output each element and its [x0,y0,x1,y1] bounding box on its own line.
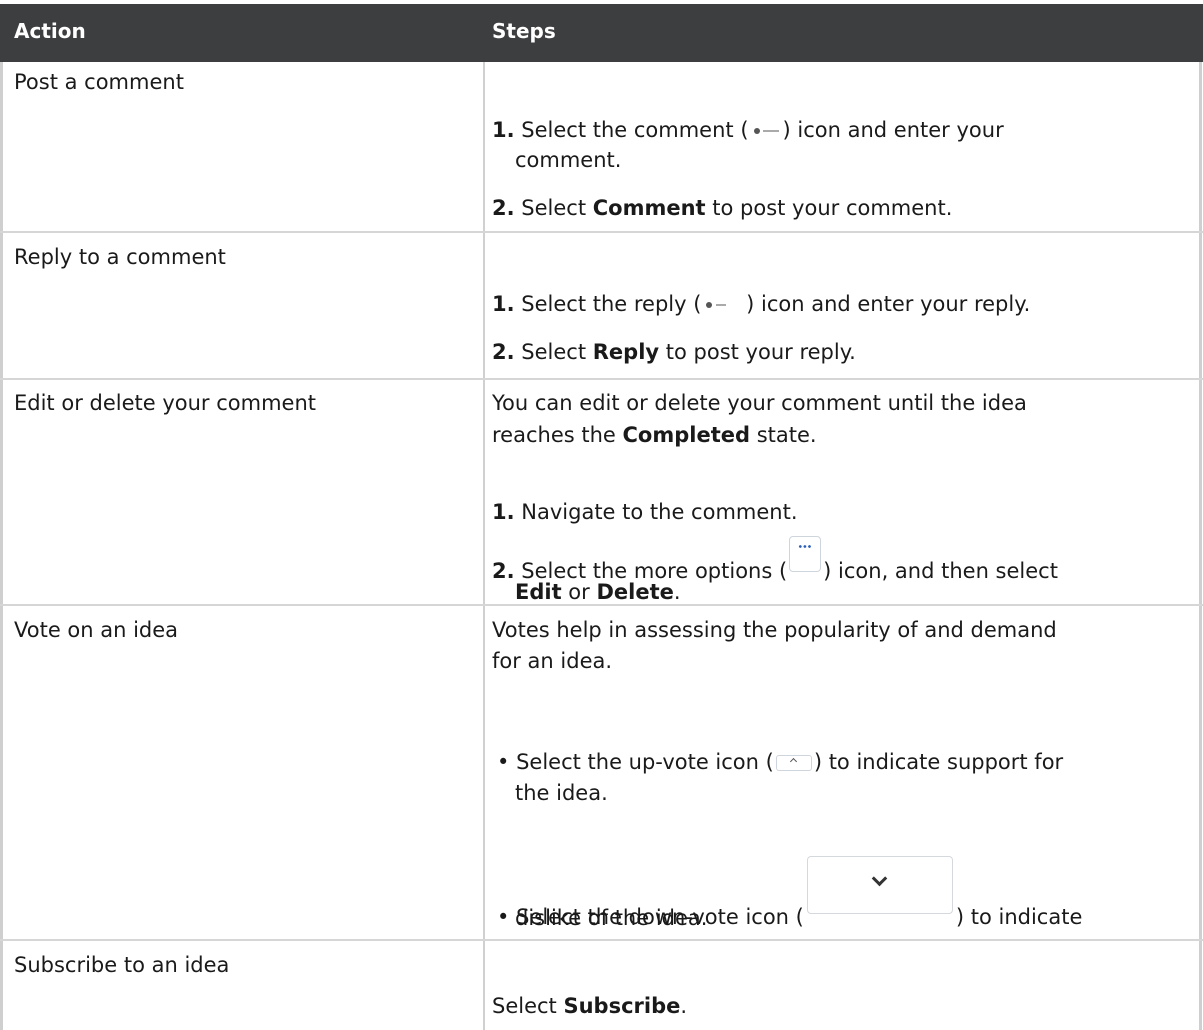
more-options-icon [789,536,822,572]
up-vote-icon [775,755,812,771]
bullet-item-continued: the idea. [515,781,608,805]
step-intro: You can edit or delete your comment unti… [492,391,1027,415]
action-cell: Edit or delete your comment [14,391,316,415]
column-divider [483,62,485,1030]
step-item: 1. Select the reply ( ) icon and enter y… [492,292,1031,316]
edit-label: Edit [515,580,562,604]
row-divider [0,231,1203,233]
column-header-action: Action [14,19,86,43]
step-item-continued: Edit or Delete. [515,580,681,604]
action-cell: Reply to a comment [14,245,226,269]
subscribe-label: Subscribe [563,994,681,1018]
comment-icon [751,125,781,137]
column-header-steps: Steps [492,19,556,43]
step-item-continued: comment. [515,148,622,172]
action-cell: Subscribe to an idea [14,953,230,977]
reply-label: Reply [592,340,660,364]
action-cell: Post a comment [14,70,184,94]
table-border-right [1199,62,1202,1030]
step-intro: for an idea. [492,649,613,673]
completed-label: Completed [622,423,751,447]
bullet-item: • Select the up-vote icon () to indicate… [497,750,1064,774]
comment-label: Comment [592,196,706,220]
action-cell: Vote on an idea [14,618,179,642]
row-divider [0,939,1203,941]
row-divider [0,378,1203,380]
table-border-left [0,62,3,1030]
step-intro: reaches the Completed state. [492,423,817,447]
step-item: 2. Select Reply to post your reply. [492,340,856,364]
step-item: 2. Select Comment to post your comment. [492,196,953,220]
bullet-item-continued: dislike of the idea. [515,906,708,930]
step-intro: Select Subscribe. [492,994,688,1018]
reply-icon [703,299,737,311]
step-intro: Votes help in assessing the popularity o… [492,618,1057,642]
step-item: 1. Navigate to the comment. [492,500,798,524]
table-header: Action Steps [0,4,1203,62]
delete-label: Delete [596,580,674,604]
down-vote-icon [806,856,953,914]
step-item: 1. Select the comment () icon and enter … [492,118,1004,142]
